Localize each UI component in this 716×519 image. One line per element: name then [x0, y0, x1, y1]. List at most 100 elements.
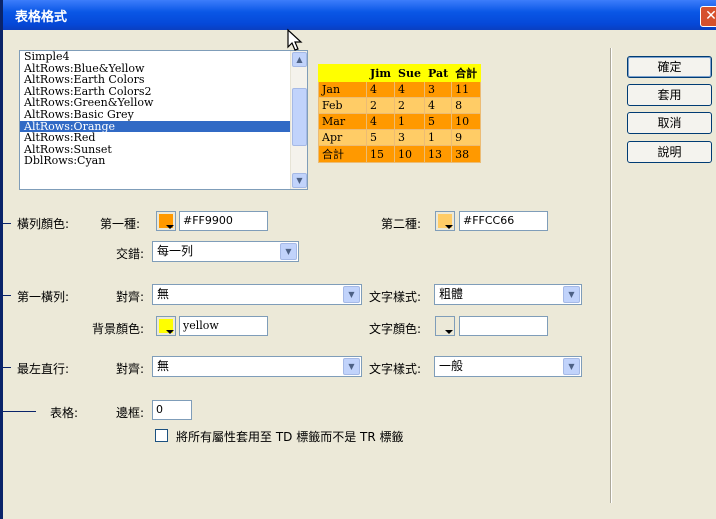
preview-cell: 15: [365, 145, 396, 163]
window-title: 表格格式: [15, 10, 68, 25]
cancel-button[interactable]: 取消: [627, 112, 712, 134]
preview-cell: 9: [451, 129, 482, 146]
preview-cell: 3: [423, 81, 453, 98]
preview-cell: 10: [394, 145, 425, 163]
first-row-leader-line: [3, 295, 11, 296]
scroll-thumb[interactable]: [292, 88, 307, 146]
second-color-picker[interactable]: [435, 211, 455, 231]
preview-header-cell: Sue: [394, 64, 425, 82]
chevron-down-icon: ▼: [563, 286, 580, 303]
first-row-text-style-label: 文字樣式:: [369, 290, 422, 304]
first-color-label: 第一種:: [100, 217, 141, 231]
text-color-picker[interactable]: [435, 316, 455, 336]
format-list-item[interactable]: AltRows:Basic Grey: [20, 109, 307, 121]
text-color-input[interactable]: [459, 316, 548, 336]
preview-header-cell: [318, 64, 367, 82]
preview-cell: 1: [423, 129, 453, 146]
border-input[interactable]: 0: [152, 400, 192, 420]
preview-cell: 13: [423, 145, 453, 163]
format-list-item[interactable]: AltRows:Red: [20, 132, 307, 144]
row-colors-label: 橫列顏色:: [17, 217, 70, 231]
alternate-label: 交錯:: [116, 247, 145, 261]
row-colors-leader-line: [3, 223, 11, 224]
preview-cell: 38: [451, 145, 482, 163]
preview-cell: 4: [365, 113, 396, 130]
chevron-down-icon: ▼: [343, 358, 360, 375]
close-button[interactable]: ✕: [700, 6, 716, 27]
preview-cell: 11: [451, 81, 482, 98]
left-column-align-select[interactable]: 無 ▼: [152, 356, 362, 377]
preview-cell: 4: [365, 81, 396, 98]
format-list[interactable]: Simple4 AltRows:Blue&Yellow AltRows:Earth …: [19, 50, 308, 190]
first-row-align-select[interactable]: 無 ▼: [152, 284, 362, 305]
preview-cell: Jan: [318, 81, 367, 98]
vertical-separator: [610, 48, 612, 503]
first-row-text-style-select[interactable]: 粗體 ▼: [434, 284, 582, 305]
first-color-picker[interactable]: [156, 211, 176, 231]
preview-row: Mar 4 1 5 10: [318, 113, 482, 130]
apply-button[interactable]: 套用: [627, 84, 712, 106]
alternate-select[interactable]: 每一列 ▼: [152, 241, 299, 262]
preview-row: Apr 5 3 1 9: [318, 129, 482, 146]
left-column-label: 最左直行:: [17, 362, 70, 376]
first-color-input[interactable]: #FF9900: [179, 211, 268, 231]
bg-color-input[interactable]: yellow: [179, 316, 268, 336]
first-row-text-style-value: 粗體: [439, 287, 464, 301]
preview-cell: 2: [394, 97, 425, 114]
table-format-dialog: 表格格式 ✕ Simple4 AltRows:Blue&Yellow AltRows…: [0, 0, 716, 519]
text-color-label: 文字顏色:: [369, 322, 422, 336]
first-row-align-label: 對齊:: [116, 290, 145, 304]
table-leader-line: [3, 411, 36, 412]
apply-td-label: 將所有屬性套用至 TD 標籤而不是 TR 標籤: [176, 430, 404, 444]
preview-row: 合計 15 10 13 38: [318, 145, 482, 163]
scroll-down-arrow-icon[interactable]: ▼: [292, 173, 307, 188]
preview-row: Feb 2 2 4 8: [318, 97, 482, 114]
preview-cell: 2: [365, 97, 396, 114]
format-list-items: Simple4 AltRows:Blue&Yellow AltRows:Earth …: [20, 51, 307, 167]
first-row-label: 第一橫列:: [17, 290, 70, 304]
preview-cell: 1: [394, 113, 425, 130]
preview-cell: 5: [423, 113, 453, 130]
scroll-up-arrow-icon[interactable]: ▲: [292, 52, 307, 67]
preview-header-row: Jim Sue Pat 合計: [318, 64, 482, 82]
preview-row: Jan 4 4 3 11: [318, 81, 482, 98]
ok-button[interactable]: 確定: [627, 56, 712, 78]
preview-header-cell: Pat: [423, 64, 453, 82]
dropdown-triangle-icon: [445, 330, 453, 334]
border-label: 邊框:: [116, 406, 145, 420]
dropdown-triangle-icon: [166, 330, 174, 334]
dropdown-triangle-icon: [166, 225, 174, 229]
bg-color-picker[interactable]: [156, 316, 176, 336]
preview-cell: 5: [365, 129, 396, 146]
alternate-value: 每一列: [157, 244, 194, 258]
format-list-item[interactable]: Simple4: [20, 51, 307, 63]
preview-cell: 合計: [318, 145, 367, 163]
left-column-align-value: 無: [157, 359, 170, 373]
second-color-input[interactable]: #FFCC66: [459, 211, 548, 231]
bg-color-label: 背景顏色:: [92, 322, 145, 336]
left-column-text-style-value: 一般: [439, 359, 464, 373]
preview-table: Jim Sue Pat 合計 Jan 4 4 3 11 Feb 2 2 4 8 Mar 4 1 5 10 Apr 5 3 1…: [318, 64, 482, 163]
format-list-item[interactable]: DblRows:Cyan: [20, 155, 307, 167]
chevron-down-icon: ▼: [563, 358, 580, 375]
apply-td-checkbox[interactable]: [155, 429, 168, 442]
preview-header-cell: 合計: [451, 64, 482, 82]
preview-cell: Mar: [318, 113, 367, 130]
preview-cell: 8: [451, 97, 482, 114]
preview-cell: Feb: [318, 97, 367, 114]
left-column-align-label: 對齊:: [116, 362, 145, 376]
left-column-text-style-select[interactable]: 一般 ▼: [434, 356, 582, 377]
preview-cell: 3: [394, 129, 425, 146]
chevron-down-icon: ▼: [280, 243, 297, 260]
preview-cell: 4: [423, 97, 453, 114]
dropdown-triangle-icon: [445, 225, 453, 229]
help-button[interactable]: 說明: [627, 141, 712, 163]
left-column-text-style-label: 文字樣式:: [369, 362, 422, 376]
mouse-pointer-icon: [287, 28, 303, 51]
format-list-scrollbar[interactable]: ▲ ▼: [290, 51, 307, 189]
table-label: 表格:: [50, 406, 79, 420]
title-bar: 表格格式 ✕: [3, 0, 716, 30]
preview-cell: 4: [394, 81, 425, 98]
chevron-down-icon: ▼: [343, 286, 360, 303]
preview-cell: 10: [451, 113, 482, 130]
